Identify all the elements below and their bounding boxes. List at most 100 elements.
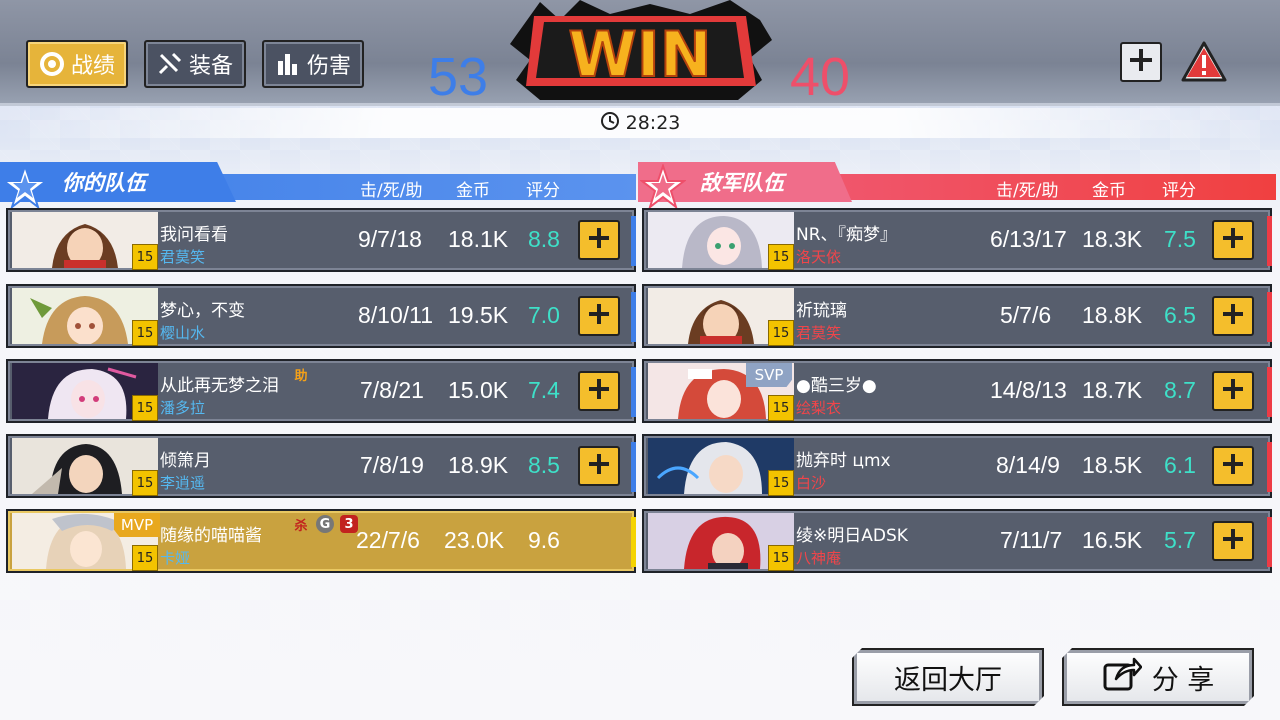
team-stripe xyxy=(1267,216,1272,266)
plus-icon xyxy=(1221,452,1245,480)
rating-value: 5.7 xyxy=(1164,527,1196,553)
assist-badge: 助 xyxy=(294,368,308,384)
kill-badge: 杀 xyxy=(294,518,308,534)
ally-player-row-mvp[interactable]: MVP 15 随缘的喵喵酱 杀 G 3 卡娅 22/7/6 23.0K 9.6 xyxy=(6,509,636,573)
player-name: 祈琉璃 xyxy=(796,301,847,321)
hero-level: 15 xyxy=(768,320,794,346)
plus-icon xyxy=(587,302,611,330)
ally-player-row[interactable]: 15 梦心，不变 樱山水 8/10/11 19.5K 7.0 xyxy=(6,284,636,348)
enemy-player-row[interactable]: 15 祈琉璃 君莫笑 5/7/6 18.8K 6.5 xyxy=(642,284,1272,348)
tab-equipment[interactable]: 装备 xyxy=(144,40,246,88)
plus-icon xyxy=(587,377,611,405)
add-friend-button[interactable] xyxy=(578,220,620,260)
team-stripe xyxy=(1267,292,1272,342)
kda-value: 7/8/21 xyxy=(360,377,424,403)
plus-icon xyxy=(1128,47,1154,77)
plus-icon xyxy=(1221,377,1245,405)
enemy-player-row[interactable]: 15 NR、『痴梦』 洛天依 6/13/17 18.3K 7.5 xyxy=(642,208,1272,272)
share-icon xyxy=(1102,655,1142,700)
clock-icon xyxy=(600,111,620,136)
plus-icon xyxy=(1221,226,1245,254)
gold-value: 19.5K xyxy=(448,302,509,328)
hero-level: 15 xyxy=(132,470,158,496)
gold-value: 18.9K xyxy=(448,452,509,478)
kda-value: 6/13/17 xyxy=(990,226,1067,252)
warning-icon xyxy=(1180,41,1228,88)
team-stripe xyxy=(631,292,636,342)
add-friend-button[interactable] xyxy=(1212,296,1254,336)
kda-column-header: 击/死/助 xyxy=(996,181,1059,201)
share-button[interactable]: 分 享 xyxy=(1062,648,1254,706)
enemy-player-row[interactable]: 15 抛弃时 цmx 白沙 8/14/9 18.5K 6.1 xyxy=(642,434,1272,498)
win-text: WIN xyxy=(568,18,711,91)
tab-damage[interactable]: 伤害 xyxy=(262,40,364,88)
rating-column-header: 评分 xyxy=(1162,181,1196,201)
kda-column-header: 击/死/助 xyxy=(360,181,423,201)
tab-label: 战绩 xyxy=(70,54,115,79)
return-lobby-button[interactable]: 返回大厅 xyxy=(852,648,1044,706)
add-friend-button[interactable] xyxy=(1120,42,1162,82)
hero-name: 李逍遥 xyxy=(160,474,206,492)
bar-chart-icon xyxy=(275,51,301,77)
rating-value: 8.8 xyxy=(528,226,560,252)
rating-value: 7.5 xyxy=(1164,226,1196,252)
gold-value: 16.5K xyxy=(1082,527,1143,553)
gold-value: 18.7K xyxy=(1082,377,1143,403)
enemy-player-row[interactable]: 15 绫※明日ADSK 八神庵 7/11/7 16.5K 5.7 xyxy=(642,509,1272,573)
gold-value: 18.1K xyxy=(448,226,509,252)
hero-level: 15 xyxy=(768,470,794,496)
rating-value: 8.5 xyxy=(528,452,560,478)
ring-icon xyxy=(39,51,65,77)
enemy-title-text: 敌军队伍 xyxy=(700,171,784,195)
add-friend-button[interactable] xyxy=(1212,371,1254,411)
hero-name: 卡娅 xyxy=(160,549,191,567)
star-icon xyxy=(639,162,687,210)
player-name: 随缘的喵喵酱 xyxy=(160,526,262,546)
hero-name: 君莫笑 xyxy=(160,248,206,266)
kda-value: 14/8/13 xyxy=(990,377,1067,403)
hero-level: 15 xyxy=(132,545,158,571)
rating-value: 9.6 xyxy=(528,527,560,553)
match-time: 28:23 xyxy=(625,112,681,134)
gold-column-header: 金币 xyxy=(1092,181,1126,201)
player-name: NR、『痴梦』 xyxy=(796,225,898,245)
kda-value: 8/10/11 xyxy=(358,302,434,328)
kda-value: 7/11/7 xyxy=(1000,527,1063,553)
add-friend-button[interactable] xyxy=(1212,521,1254,561)
add-friend-button[interactable] xyxy=(1212,446,1254,486)
sword-icon xyxy=(157,51,183,77)
player-name: 从此再无梦之泪 xyxy=(160,376,279,396)
ally-player-row[interactable]: 15 倾箫月 李逍遥 7/8/19 18.9K 8.5 xyxy=(6,434,636,498)
player-name: 倾箫月 xyxy=(160,451,211,471)
report-button[interactable] xyxy=(1180,40,1228,84)
add-friend-button[interactable] xyxy=(578,296,620,336)
hero-level: 15 xyxy=(132,244,158,270)
player-name: 梦心，不变 xyxy=(160,301,245,321)
team-stripe xyxy=(631,367,636,417)
add-friend-button[interactable] xyxy=(1212,220,1254,260)
player-name: 绫※明日ADSK xyxy=(796,526,908,546)
team-stripe xyxy=(631,517,636,567)
plus-icon xyxy=(587,226,611,254)
rating-column-header: 评分 xyxy=(526,181,560,201)
tab-record[interactable]: 战绩 xyxy=(26,40,128,88)
add-friend-button[interactable] xyxy=(578,371,620,411)
player-name: ●酷三岁● xyxy=(796,376,877,396)
plus-icon xyxy=(1221,527,1245,555)
hero-name: 君莫笑 xyxy=(796,324,842,342)
add-friend-button[interactable] xyxy=(578,446,620,486)
timer-bar: 28:23 xyxy=(0,108,1280,138)
rating-value: 8.7 xyxy=(1164,377,1196,403)
hero-name: 潘多拉 xyxy=(160,399,206,417)
ally-player-row[interactable]: 15 从此再无梦之泪 助 潘多拉 7/8/21 15.0K 7.4 xyxy=(6,359,636,423)
tab-label: 伤害 xyxy=(306,54,351,79)
enemy-player-row[interactable]: SVP 15 ●酷三岁● 绘梨衣 14/8/13 18.7K 8.7 xyxy=(642,359,1272,423)
team-stripe xyxy=(1267,517,1272,567)
kda-value: 9/7/18 xyxy=(358,226,422,252)
gold-value: 23.0K xyxy=(444,527,505,553)
hero-name: 八神庵 xyxy=(796,549,842,567)
share-label: 分 享 xyxy=(1151,664,1215,696)
ally-player-row[interactable]: 15 我问看看 君莫笑 9/7/18 18.1K 8.8 xyxy=(6,208,636,272)
enemy-team-header: 敌军队伍 击/死/助 金币 评分 xyxy=(638,162,1276,210)
gold-value: 15.0K xyxy=(448,377,509,403)
